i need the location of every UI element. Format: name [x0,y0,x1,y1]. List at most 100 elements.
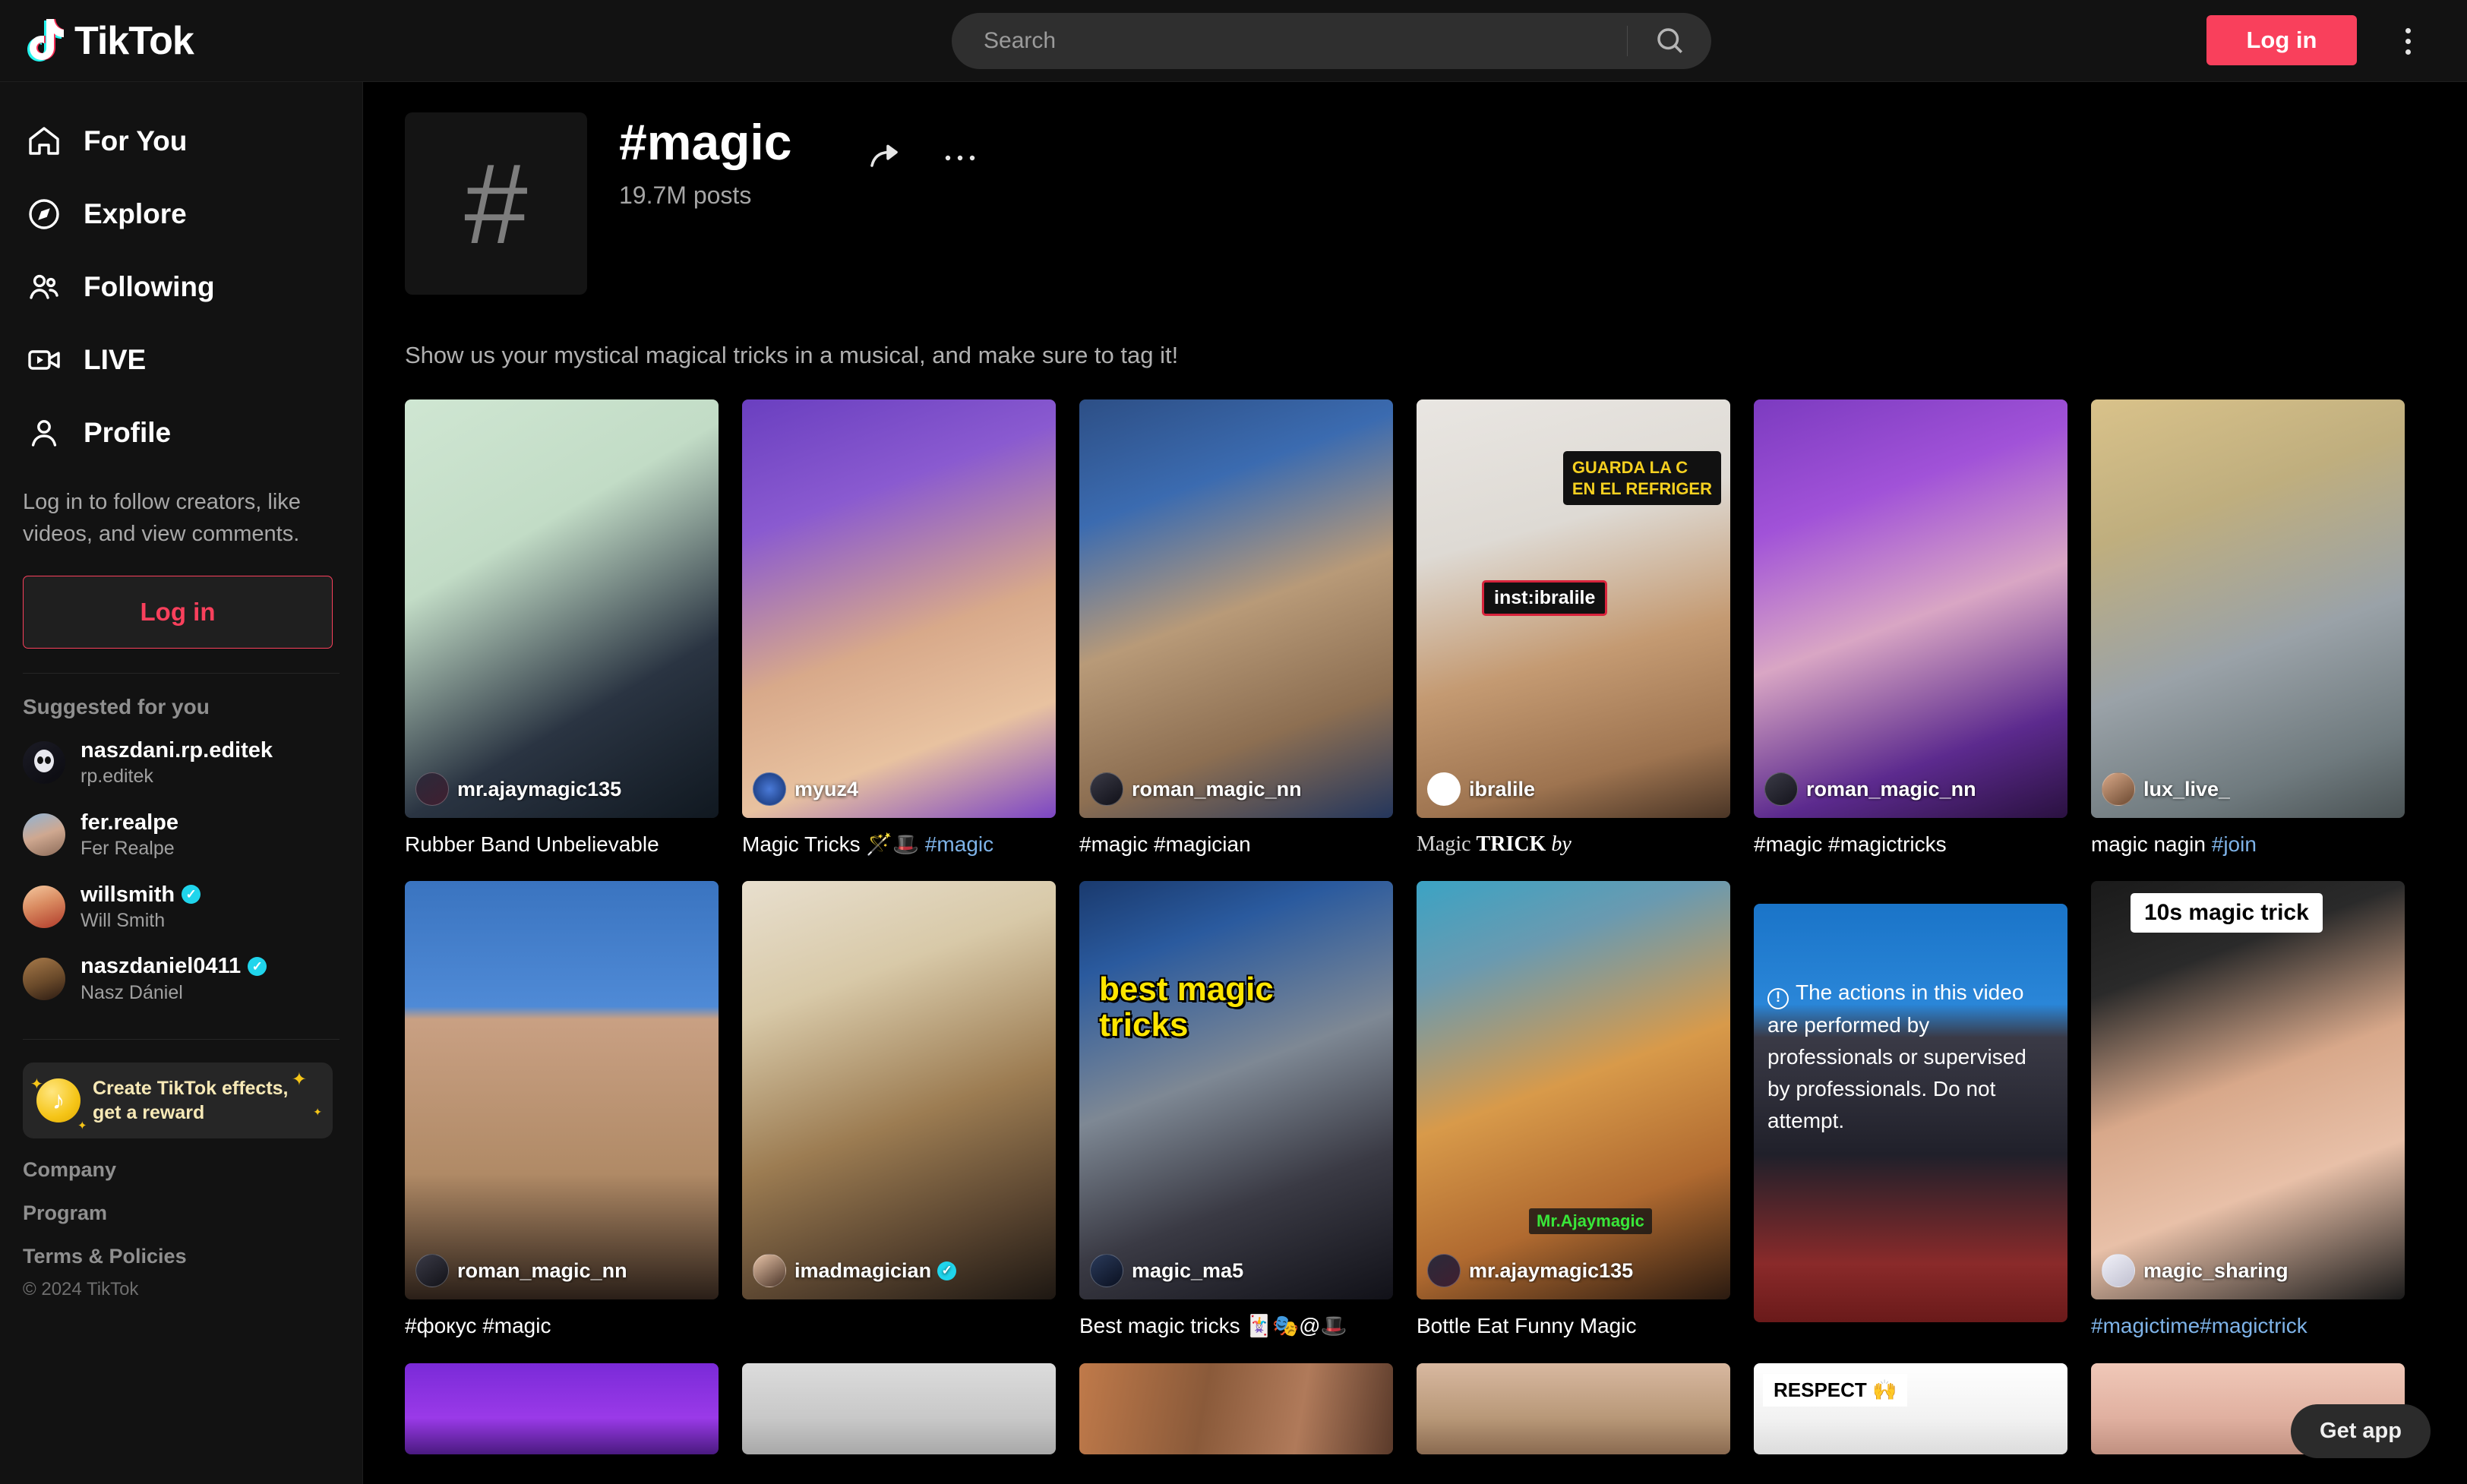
video-card[interactable] [405,1362,719,1454]
search-box [952,13,1711,69]
avatar [1764,772,1798,807]
video-thumbnail[interactable] [1417,1362,1730,1454]
video-author[interactable]: mr.ajaymagic135 [1427,1254,1634,1288]
suggested-account[interactable]: fer.realpe Fer Realpe [0,799,362,871]
sidebar-item-explore[interactable]: Explore [0,178,362,251]
suggested-account[interactable]: willsmith ✓ Will Smith [0,871,362,943]
sparkle-icon: ✦ [313,1106,322,1119]
thumbnail-image [742,881,1056,1300]
footer-link-program[interactable]: Program [0,1182,362,1225]
create-effects-promo[interactable]: ✦ ✦ ✦ ✦ ♪ Create TikTok effects, get a r… [23,1062,333,1139]
video-thumbnail[interactable]: GUARDA LA C EN EL REFRIGER inst:ibralile … [1417,399,1730,819]
video-author[interactable]: roman_magic_nn [1090,772,1302,807]
sparkle-icon: ✦ [77,1119,87,1133]
search-button[interactable] [1628,13,1711,69]
video-thumbnail[interactable]: roman_magic_nn [1754,399,2067,819]
sidebar-item-for-you[interactable]: For You [0,105,362,178]
video-thumbnail[interactable]: 10s magic trick magic_sharing [2091,881,2405,1300]
share-button[interactable] [867,140,904,178]
video-card[interactable]: Mr.Ajaymagic mr.ajaymagic135 Bottle Eat … [1417,881,1730,1340]
video-caption: #magic #magician [1079,832,1251,857]
sparkle-icon: ✦ [291,1069,307,1091]
hashtag-meta: #magic 19.7M posts [619,112,791,210]
avatar [753,772,786,807]
thumbnail-image [742,399,1056,819]
left-sidebar: For You Explore Following LIVE Profile L… [0,82,363,1484]
video-warning-overlay: ! The actions in this video are performed… [1754,904,2067,1322]
header-login-button[interactable]: Log in [2206,15,2357,65]
video-author[interactable]: ibralile [1427,772,1535,807]
suggested-text: fer.realpe Fer Realpe [81,809,178,861]
avatar [23,885,65,928]
video-thumbnail[interactable]: RESPECT 🙌 [1754,1362,2067,1454]
video-thumbnail[interactable]: Mr.Ajaymagic mr.ajaymagic135 [1417,881,1730,1300]
video-card[interactable] [742,1362,1056,1454]
video-card[interactable]: mr.ajaymagic135 Rubber Band Unbelievable [405,399,719,858]
video-author[interactable]: roman_magic_nn [1764,772,1976,807]
video-author[interactable]: myuz4 [753,772,858,807]
video-author[interactable]: imadmagician ✓ [753,1254,957,1288]
post-count: 19.7M posts [619,182,752,210]
video-thumbnail[interactable]: roman_magic_nn [1079,399,1393,819]
video-author[interactable]: magic_ma5 [1090,1254,1243,1288]
suggested-displayname: Nasz Dániel [81,981,183,1003]
video-caption: #фокус #magic [405,1314,551,1338]
footer-link-company[interactable]: Company [0,1138,362,1182]
thumbnail-image [1079,399,1393,819]
video-card[interactable]: roman_magic_nn #фокус #magic [405,881,719,1340]
video-card[interactable]: 10s magic trick magic_sharing #magictime… [2091,881,2405,1340]
video-thumbnail[interactable]: mr.ajaymagic135 [405,399,719,819]
thumbnail-image [2091,399,2405,819]
video-card[interactable]: best magic tricks magic_ma5 Best magic t… [1079,881,1393,1340]
video-thumbnail[interactable]: roman_magic_nn [405,881,719,1300]
suggested-text: naszdaniel0411 ✓ Nasz Dániel [81,952,267,1005]
caption-hashtag: #join [2211,832,2257,857]
video-card[interactable]: RESPECT 🙌 [1754,1362,2067,1454]
video-thumbnail[interactable]: myuz4 [742,399,1056,819]
search-input[interactable] [952,28,1627,54]
verified-badge-icon: ✓ [182,885,201,905]
video-card[interactable] [1079,1362,1393,1454]
video-thumbnail[interactable] [742,1362,1056,1454]
video-thumbnail[interactable]: ! The actions in this video are performed… [1754,904,2067,1323]
avatar [2102,1254,2135,1288]
footer-link-terms[interactable]: Terms & Policies [0,1225,362,1268]
suggested-account[interactable]: naszdani.rp.editek rp.editek [0,727,362,799]
video-author[interactable]: magic_sharing [2102,1254,2289,1288]
author-username: roman_magic_nn [1806,777,1976,800]
more-vertical-icon[interactable] [2385,18,2431,64]
sidebar-item-profile[interactable]: Profile [0,396,362,469]
thumbnail-image [405,1362,719,1454]
video-card[interactable]: roman_magic_nn #magic #magician [1079,399,1393,858]
login-prompt-text: Log in to follow creators, like videos, … [23,490,301,547]
users-icon [24,267,64,307]
video-card[interactable] [1417,1362,1730,1454]
video-card[interactable]: ! The actions in this video are performed… [1754,881,2067,1340]
video-thumbnail[interactable]: lux_live_ [2091,399,2405,819]
video-author[interactable]: lux_live_ [2102,772,2230,807]
sidebar-label: Explore [84,198,187,229]
sidebar-login-button[interactable]: Log in [23,576,333,649]
video-card[interactable]: imadmagician ✓ [742,881,1056,1340]
video-thumbnail[interactable] [1079,1362,1393,1454]
hashtag-icon: # [405,112,587,295]
video-thumbnail[interactable]: best magic tricks magic_ma5 [1079,881,1393,1300]
tiktok-logo[interactable]: TikTok [21,17,340,65]
warning-text: The actions in this video are performed … [1767,980,2026,1132]
video-card[interactable]: GUARDA LA C EN EL REFRIGER inst:ibralile … [1417,399,1730,858]
video-author[interactable]: mr.ajaymagic135 [415,772,621,807]
sidebar-item-following[interactable]: Following [0,251,362,324]
sidebar-item-live[interactable]: LIVE [0,324,362,396]
get-app-button[interactable]: Get app [2291,1404,2431,1458]
suggested-username: naszdaniel0411 ✓ [81,952,267,980]
video-thumbnail[interactable] [405,1362,719,1454]
video-card[interactable]: myuz4 Magic Tricks 🪄🎩 #magic [742,399,1056,858]
video-author[interactable]: roman_magic_nn [415,1254,627,1288]
author-username: mr.ajaymagic135 [1469,1258,1634,1282]
video-card[interactable]: roman_magic_nn #magic #magictricks [1754,399,2067,858]
video-card[interactable]: lux_live_ magic nagin #join [2091,399,2405,858]
author-username: magic_sharing [2143,1258,2289,1282]
hashtag-more-button[interactable] [942,149,978,169]
video-thumbnail[interactable]: imadmagician ✓ [742,881,1056,1300]
suggested-account[interactable]: naszdaniel0411 ✓ Nasz Dániel [0,942,362,1015]
